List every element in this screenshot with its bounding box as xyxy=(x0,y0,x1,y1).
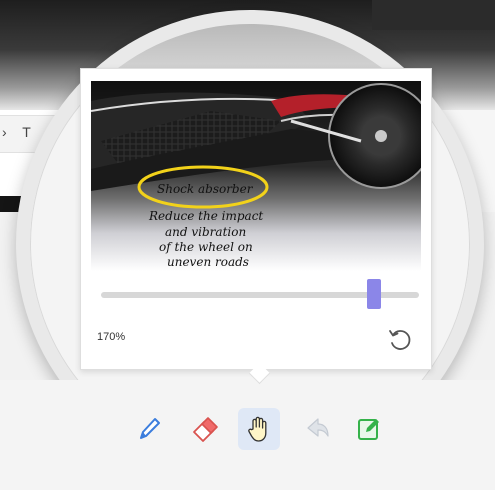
undo-tool-button[interactable] xyxy=(296,408,338,450)
annotation-line-2: and vibration xyxy=(165,225,246,239)
annotation-line-4: uneven roads xyxy=(167,255,249,269)
zoom-popover: Shock absorber Reduce the impact and vib… xyxy=(80,68,432,370)
zoom-slider-thumb[interactable] xyxy=(367,279,382,309)
zoom-level-label: 170% xyxy=(97,331,126,343)
undo-arrow-icon xyxy=(307,418,329,437)
hand-tool-button[interactable] xyxy=(238,408,280,450)
edit-note-icon xyxy=(358,419,379,440)
zoom-preview-image: Shock absorber Reduce the impact and vib… xyxy=(91,81,421,271)
eraser-icon xyxy=(193,417,218,442)
annotation-title: Shock absorber xyxy=(157,182,254,196)
annotation-line-3: of the wheel on xyxy=(159,240,253,254)
pen-tool-button[interactable] xyxy=(128,408,170,450)
annotation-line-1: Reduce the impact xyxy=(148,209,263,223)
note-tool-button[interactable] xyxy=(348,408,390,450)
reset-zoom-button[interactable] xyxy=(387,327,413,353)
pen-icon xyxy=(140,418,160,439)
rotate-reset-icon xyxy=(389,330,411,350)
hand-icon xyxy=(248,416,267,442)
eraser-tool-button[interactable] xyxy=(184,408,226,450)
